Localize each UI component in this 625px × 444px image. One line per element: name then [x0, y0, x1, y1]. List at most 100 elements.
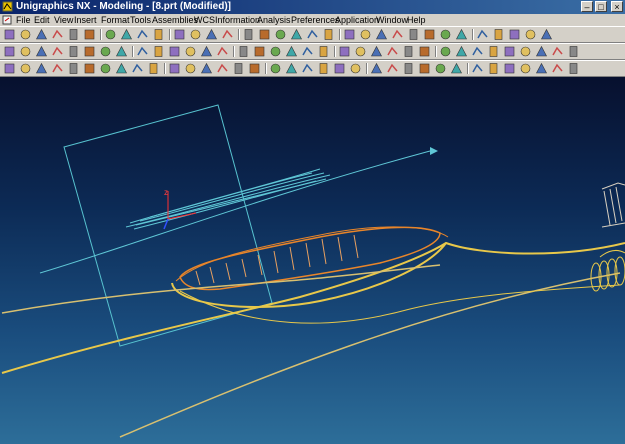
feature-icon[interactable]: [402, 45, 415, 58]
doc-icon[interactable]: [524, 28, 537, 41]
menu-analysis[interactable]: Analysis: [257, 14, 291, 26]
maximize-button[interactable]: □: [595, 1, 607, 12]
menu-application[interactable]: Application: [335, 14, 379, 26]
through-curves-icon[interactable]: [248, 62, 261, 75]
graphics-viewport[interactable]: z: [0, 77, 625, 444]
wire-icon[interactable]: [343, 28, 356, 41]
menu-help[interactable]: Help: [407, 14, 426, 26]
blade-ribs[interactable]: [195, 234, 359, 286]
pad-icon[interactable]: [99, 45, 112, 58]
sweep-icon[interactable]: [35, 45, 48, 58]
delete-icon[interactable]: [120, 28, 133, 41]
help-icon[interactable]: [540, 28, 553, 41]
pan-icon[interactable]: [274, 28, 287, 41]
mesh-icon[interactable]: [269, 62, 282, 75]
new-icon[interactable]: [3, 28, 16, 41]
analysis-curve-icon[interactable]: [471, 62, 484, 75]
chamfer-icon[interactable]: [237, 45, 250, 58]
intersect-curve-icon[interactable]: [200, 62, 213, 75]
cam-icon[interactable]: [567, 45, 580, 58]
view-icon[interactable]: [205, 28, 218, 41]
rectangle-icon[interactable]: [83, 62, 96, 75]
profile-curve-yellow-5[interactable]: [179, 284, 621, 324]
section-curve-icon[interactable]: [434, 62, 447, 75]
deviation-icon[interactable]: [487, 62, 500, 75]
offset-icon[interactable]: [269, 45, 282, 58]
shell-icon[interactable]: [253, 45, 266, 58]
sphere-icon[interactable]: [200, 45, 213, 58]
grid-icon[interactable]: [476, 28, 489, 41]
menu-tools[interactable]: Tools: [130, 14, 151, 26]
extrude-icon[interactable]: [3, 45, 16, 58]
menu-wcs[interactable]: WCS: [194, 14, 215, 26]
menu-format[interactable]: Format: [101, 14, 130, 26]
open-icon[interactable]: [19, 28, 32, 41]
cone-icon[interactable]: [184, 45, 197, 58]
measure-icon[interactable]: [152, 28, 165, 41]
extract-icon[interactable]: [216, 62, 229, 75]
unblank-icon[interactable]: [439, 28, 452, 41]
part-nav-icon[interactable]: [519, 45, 532, 58]
pattern-icon[interactable]: [370, 45, 383, 58]
edit-icon[interactable]: [439, 45, 452, 58]
tube-curve-1[interactable]: [599, 249, 625, 258]
shade-icon[interactable]: [322, 28, 335, 41]
surface-icon[interactable]: [232, 62, 245, 75]
profile-curve-yellow-1[interactable]: [1, 241, 625, 374]
unite-icon[interactable]: [317, 45, 330, 58]
project-icon[interactable]: [184, 62, 197, 75]
spline-icon[interactable]: [51, 62, 64, 75]
boss-icon[interactable]: [67, 45, 80, 58]
datum-icon[interactable]: [418, 45, 431, 58]
pocket-icon[interactable]: [83, 45, 96, 58]
save-icon[interactable]: [35, 28, 48, 41]
render-icon[interactable]: [306, 28, 319, 41]
section-curve-2[interactable]: [125, 174, 331, 228]
profile-curve-yellow-4[interactable]: [119, 272, 621, 438]
snap-icon[interactable]: [519, 62, 532, 75]
swept-surface-icon[interactable]: [285, 62, 298, 75]
palette-icon[interactable]: [375, 28, 388, 41]
refresh-icon[interactable]: [290, 28, 303, 41]
menu-edit[interactable]: Edit: [34, 14, 50, 26]
measure-distance-icon[interactable]: [418, 62, 431, 75]
menu-preferences[interactable]: Preferences: [291, 14, 340, 26]
suppress-icon[interactable]: [471, 45, 484, 58]
layer-icon[interactable]: [189, 28, 202, 41]
filter-icon[interactable]: [455, 28, 468, 41]
express-icon[interactable]: [503, 45, 516, 58]
menu-window[interactable]: Window: [376, 14, 408, 26]
menu-insert[interactable]: Insert: [74, 14, 97, 26]
assembly-icon[interactable]: [535, 45, 548, 58]
subtract-icon[interactable]: [338, 45, 351, 58]
bridge-icon[interactable]: [168, 62, 181, 75]
zoom-icon[interactable]: [242, 28, 255, 41]
offset-curve-icon[interactable]: [147, 62, 160, 75]
point-icon[interactable]: [3, 62, 16, 75]
fillet-surface-icon[interactable]: [333, 62, 346, 75]
arc-icon[interactable]: [35, 62, 48, 75]
menu-view[interactable]: View: [54, 14, 73, 26]
analysis-icon[interactable]: [492, 28, 505, 41]
law-icon[interactable]: [370, 62, 383, 75]
extension-icon[interactable]: [349, 62, 362, 75]
polygon-icon[interactable]: [99, 62, 112, 75]
intersect-icon[interactable]: [354, 45, 367, 58]
print-icon[interactable]: [51, 28, 64, 41]
color-icon[interactable]: [407, 28, 420, 41]
slot-icon[interactable]: [115, 45, 128, 58]
isoparametric-icon[interactable]: [450, 62, 463, 75]
point-constructor-icon[interactable]: [551, 62, 564, 75]
menu-assemblies[interactable]: Assemblies: [152, 14, 198, 26]
trimmed-sheet-icon[interactable]: [317, 62, 330, 75]
sew-icon[interactable]: [301, 62, 314, 75]
line-icon[interactable]: [19, 62, 32, 75]
selection-icon[interactable]: [535, 62, 548, 75]
side-structure[interactable]: [601, 182, 625, 228]
groove-icon[interactable]: [136, 45, 149, 58]
color-analysis-icon[interactable]: [503, 62, 516, 75]
curve-icon[interactable]: [131, 62, 144, 75]
undo-icon[interactable]: [136, 28, 149, 41]
mirror-icon[interactable]: [386, 45, 399, 58]
text-icon[interactable]: [402, 62, 415, 75]
